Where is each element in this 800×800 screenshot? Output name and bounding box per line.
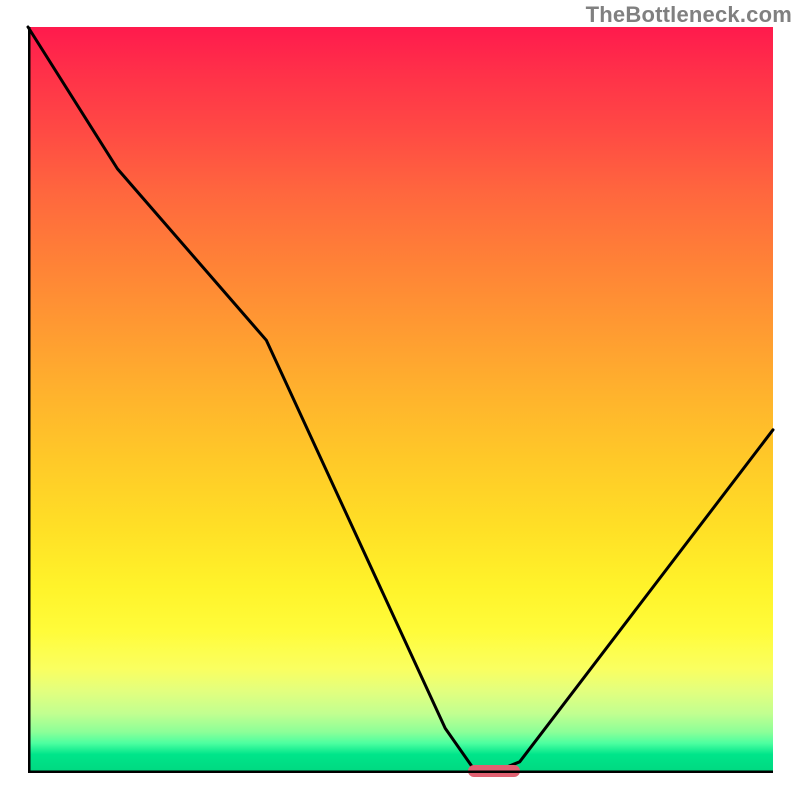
curve-svg [28, 27, 773, 773]
chart-container: TheBottleneck.com [0, 0, 800, 800]
bottleneck-curve [28, 27, 773, 771]
plot-area [28, 27, 773, 773]
minimum-marker [468, 765, 520, 777]
watermark-text: TheBottleneck.com [586, 2, 792, 28]
